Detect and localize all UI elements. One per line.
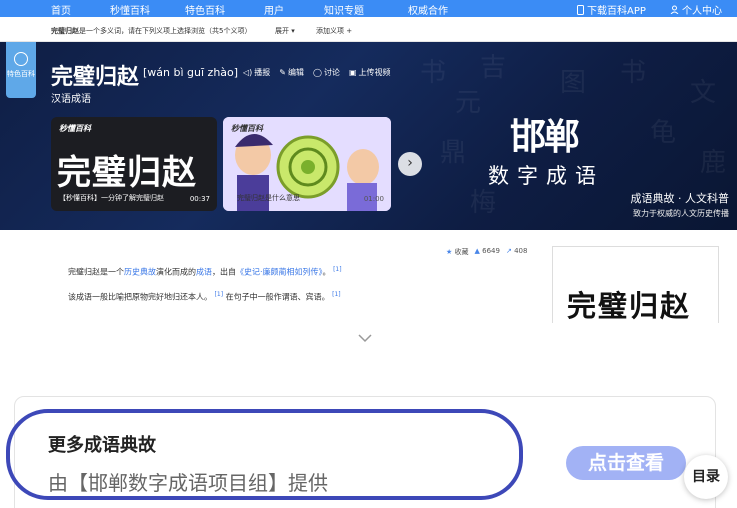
video-caption: 【秒懂百科】一分钟了解完璧归赵 [59,194,164,202]
calligraphy-text: 完璧归赵 [567,289,692,323]
video-card[interactable]: 秒懂百科 完璧归赵 【秒懂百科】一分钟了解完璧归赵 00:37 [51,117,217,211]
polysemy-bar: 完璧归赵是一个多义词，请在下列义项上选择浏览（共5个义项） 展开 ▾ 添加义项 … [0,17,737,42]
summary-paragraph-2: 该成语一般比喻把原物完好地归还本人。 [1] 在句子中一般作谓语、宾语。 [1] [68,291,341,302]
speaker-icon: ◁) [243,68,253,77]
table-of-contents-button[interactable]: 目录 [684,455,728,499]
user-icon [670,5,679,14]
reference-link[interactable]: [1] [215,291,224,298]
link-idiom[interactable]: 成语 [196,268,212,277]
thumbs-up-icon: ▲ [474,247,480,255]
calligraphy-image[interactable]: 完璧归赵 [552,246,719,323]
user-center-label: 个人中心 [682,6,722,17]
nav-topics[interactable]: 知识专题 [324,2,364,17]
polysemy-term: 完璧归赵 [51,27,79,35]
view-more-button[interactable]: 点击查看 [566,446,686,480]
expand-button[interactable]: 展开 ▾ [275,26,295,36]
reference-link[interactable]: [1] [333,266,342,273]
brand-slogan: 成语典故 · 人文科普 [630,192,730,205]
play-audio-button[interactable]: ◁) 播报 [243,67,270,78]
video-caption: 完璧归赵是什么意思 [237,194,300,202]
pencil-icon: ✎ [279,68,286,77]
summary-paragraph-1: 完璧归赵是一个历史典故演化而成的成语，出自《史记·廉颇蔺相如列传》。 [1] [68,266,342,277]
download-app-label: 下载百科APP [587,6,646,17]
nav-home[interactable]: 首页 [51,2,71,17]
nav-featured[interactable]: 特色百科 [185,2,225,17]
chat-icon: ◯ [312,68,322,77]
star-icon: ★ [446,248,453,256]
video-title-text: 完璧归赵 [57,153,197,193]
polysemy-notice: 完璧归赵是一个多义词，请在下列义项上选择浏览（共5个义项） [51,27,252,35]
video-icon: ▣ [348,68,357,77]
more-idioms-title: 更多成语典故 [48,435,156,456]
page-title: 完璧归赵 [51,65,140,90]
nav-miaodong[interactable]: 秒懂百科 [110,2,150,17]
chevron-right-icon: › [407,155,413,171]
link-historical-story[interactable]: 历史典故 [124,268,156,277]
video-duration: 01:00 [363,195,384,203]
star-icon [14,52,28,66]
chevron-down-icon[interactable] [357,333,373,343]
discuss-button[interactable]: ◯ 讨论 [313,67,340,78]
hero-banner: 书 元 吉 鼎 梅 图 书 文 龟 鹿 特色百科 完璧归赵 [wán bì gu… [0,42,737,230]
title-actions: ◁) 播报 ✎ 编辑 ◯ 讨论 ▣ 上传视频 [243,67,391,78]
brand-slogan-secondary: 致力于权威的人文历史传播 [633,209,729,218]
video-duration: 00:37 [189,195,210,203]
provider-text: 由【邯郸数字成语项目组】提供 [48,471,328,495]
video-card[interactable]: 秒懂百科 完璧归赵是什么意思 01:00 [223,117,391,211]
link-shiji[interactable]: 《史记·廉颇蔺相如列传》 [236,268,323,277]
phone-icon [577,4,584,15]
share-icon: ↗ [505,247,512,255]
nav-user[interactable]: 用户 [264,2,284,17]
brand-subtitle: 数字成语 [488,164,604,188]
nav-partners[interactable]: 权威合作 [408,2,448,17]
collect-button[interactable]: ★ 收藏 [446,247,469,257]
video-logo: 秒懂百科 [231,124,263,133]
reference-link[interactable]: [1] [332,291,341,298]
summary-section: 完璧归赵是一个历史典故演化而成的成语，出自《史记·廉颇蔺相如列传》。 [1] 该… [33,230,731,323]
entry-stats: ★ 收藏 ▲ 6649 ↗ 408 [446,247,527,257]
like-button[interactable]: ▲ 6649 [475,247,500,257]
featured-badge: 特色百科 [6,42,36,98]
video-logo: 秒懂百科 [59,124,91,133]
pinyin: [wán bì guī zhào] [143,66,239,79]
entry-subtitle: 汉语成语 [51,94,91,105]
brand-logo: 邯郸 [510,116,580,158]
share-button[interactable]: ↗ 408 [506,247,527,257]
next-video-button[interactable]: › [398,152,422,176]
top-nav: 首页 秒懂百科 特色百科 用户 知识专题 权威合作 下载百科APP 个人中心 [0,0,737,17]
edit-button[interactable]: ✎ 编辑 [279,67,304,78]
user-center-link[interactable]: 个人中心 [670,2,722,17]
add-meaning-button[interactable]: 添加义项 + [316,26,352,36]
download-app-link[interactable]: 下载百科APP [577,2,646,17]
upload-video-button[interactable]: ▣ 上传视频 [349,67,391,78]
